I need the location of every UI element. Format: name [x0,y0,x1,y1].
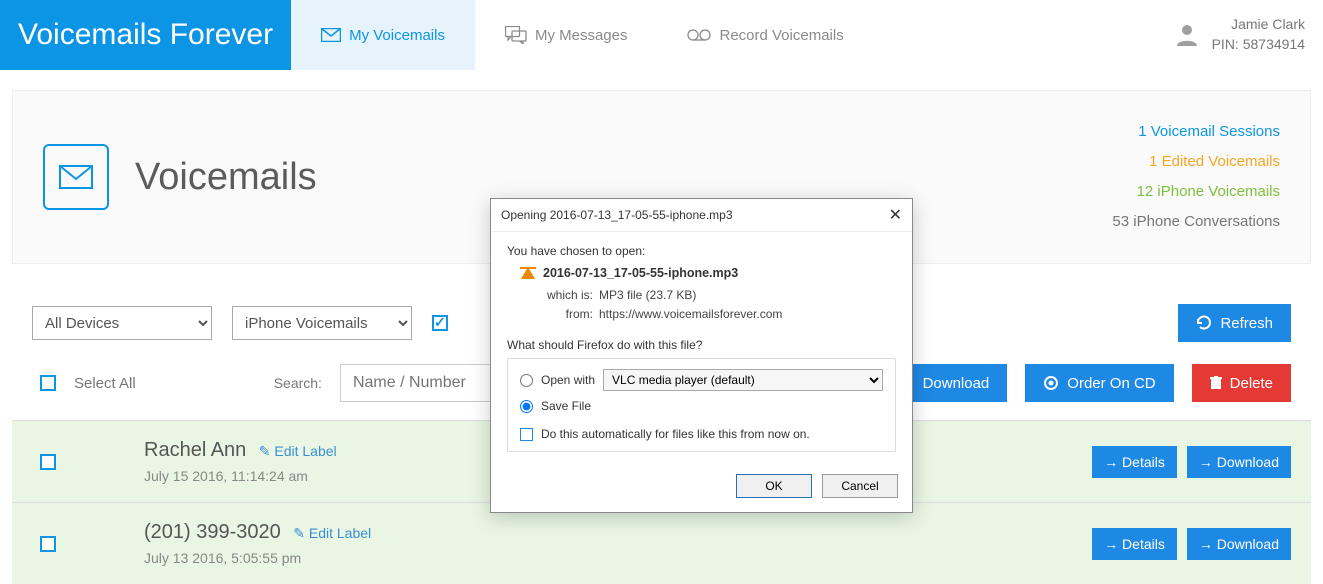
page-icon [43,144,109,210]
row-checkbox[interactable] [40,536,56,552]
dialog-filename: 2016-07-13_17-05-55-iphone.mp3 [543,266,738,280]
order-cd-button[interactable]: Order On CD [1025,364,1173,402]
edit-label-link[interactable]: ✎ Edit Label [293,525,371,541]
top-nav: Voicemails Forever My Voicemails My Mess… [0,0,1323,70]
open-with-label: Open with [541,373,595,387]
avatar-icon [1174,22,1200,48]
search-label: Search: [274,375,322,391]
account-name: Jamie Clark [1212,15,1305,35]
nav-my-messages[interactable]: My Messages [475,0,658,70]
dialog-options: Open with VLC media player (default) Sav… [507,358,896,452]
cd-icon [1043,375,1059,391]
row-name: (201) 399-3020 [144,521,281,544]
dialog-intro: You have chosen to open: [507,244,896,258]
type-select[interactable]: iPhone Voicemails [232,306,412,340]
stat-edited[interactable]: 1 Edited Voicemails [1112,147,1280,177]
stats: 1 Voicemail Sessions 1 Edited Voicemails… [1112,117,1280,237]
logo[interactable]: Voicemails Forever [0,0,291,70]
row-date: July 15 2016, 11:14:24 am [144,468,337,484]
device-select[interactable]: All Devices [32,306,212,340]
account-area[interactable]: Jamie Clark PIN: 58734914 [1174,0,1323,70]
dialog-question: What should Firefox do with this file? [507,338,896,352]
download-dialog: Opening 2016-07-13_17-05-55-iphone.mp3 ✕… [490,198,913,513]
stat-sessions[interactable]: 1 Voicemail Sessions [1112,117,1280,147]
row-name: Rachel Ann [144,439,246,462]
app-select[interactable]: VLC media player (default) [603,369,883,391]
auto-label: Do this automatically for files like thi… [541,427,810,441]
stat-iphone-conv[interactable]: 53 iPhone Conversations [1112,207,1280,237]
cancel-button[interactable]: Cancel [822,474,898,498]
nav-my-voicemails[interactable]: My Voicemails [291,0,475,70]
download-row-button[interactable]: → Download [1187,446,1291,478]
close-icon[interactable]: ✕ [889,205,902,225]
refresh-button[interactable]: Refresh [1178,304,1291,342]
mail-icon [321,28,341,42]
page-title: Voicemails [135,156,317,199]
details-button[interactable]: → Details [1092,446,1177,478]
auto-checkbox[interactable] [520,428,533,441]
filter-checkbox[interactable] [432,315,448,331]
select-all-label: Select All [74,375,136,392]
dialog-title: Opening 2016-07-13_17-05-55-iphone.mp3 [501,208,733,222]
save-file-radio[interactable] [520,400,533,413]
stat-iphone-vm[interactable]: 12 iPhone Voicemails [1112,177,1280,207]
ok-button[interactable]: OK [736,474,812,498]
row-date: July 13 2016, 5:05:55 pm [144,550,371,566]
vlc-icon [521,267,535,279]
details-button[interactable]: → Details [1092,528,1177,560]
delete-button[interactable]: Delete [1192,364,1291,402]
record-icon [687,28,711,42]
dialog-titlebar: Opening 2016-07-13_17-05-55-iphone.mp3 ✕ [491,199,912,232]
nav-record[interactable]: Record Voicemails [657,0,873,70]
edit-label-link[interactable]: ✎ Edit Label [259,443,337,459]
row-checkbox[interactable] [40,454,56,470]
save-file-label: Save File [541,399,591,413]
refresh-icon [1196,315,1212,331]
list-item: (201) 399-3020 ✎ Edit Label July 13 2016… [12,502,1311,584]
open-with-radio[interactable] [520,374,533,387]
download-row-button[interactable]: → Download [1187,528,1291,560]
select-all-checkbox[interactable] [40,375,56,391]
mail-icon [59,165,93,189]
trash-icon [1210,376,1222,390]
chat-icon [505,26,527,44]
account-pin: PIN: 58734914 [1212,35,1305,55]
